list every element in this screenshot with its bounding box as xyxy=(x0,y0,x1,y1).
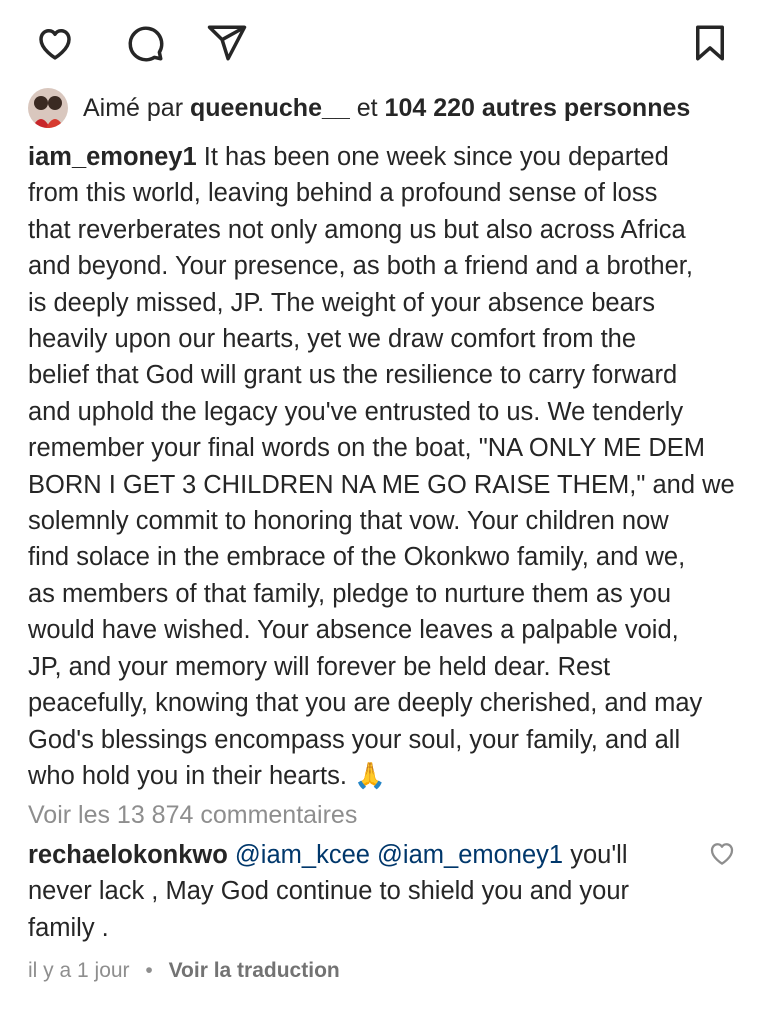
comment-meta: il y a 1 jour • Voir la traduction xyxy=(28,955,340,987)
liker-username[interactable]: queenuche__ xyxy=(190,94,350,122)
heart-icon[interactable] xyxy=(30,18,80,68)
likes-prefix: Aimé par xyxy=(83,94,184,122)
caption-text: It has been one week since you departed … xyxy=(28,143,735,790)
post-caption: iam_emoney1 It has been one week since y… xyxy=(28,139,738,794)
likes-count[interactable]: 104 220 autres personnes xyxy=(385,94,691,122)
comment: rechaelokonkwo @iam_kcee @iam_emoney1 yo… xyxy=(28,837,688,946)
comment-mention[interactable]: @iam_emoney1 xyxy=(377,841,563,869)
bookmark-icon[interactable] xyxy=(685,18,735,68)
comment-timestamp: il y a 1 jour xyxy=(28,959,130,982)
likes-middle: et xyxy=(356,94,378,122)
liker-avatar[interactable] xyxy=(28,88,68,128)
comment-heart-icon[interactable] xyxy=(707,838,737,868)
view-comments-link[interactable]: Voir les 13 874 commentaires xyxy=(28,797,357,833)
comment-mention[interactable]: @iam_kcee xyxy=(235,841,370,869)
share-icon[interactable] xyxy=(202,18,252,68)
comment-username[interactable]: rechaelokonkwo xyxy=(28,841,228,869)
meta-separator: • xyxy=(145,959,153,982)
translate-button[interactable]: Voir la traduction xyxy=(169,959,340,982)
comment-text: you'll xyxy=(570,841,628,869)
post-action-bar xyxy=(30,18,735,68)
post-username[interactable]: iam_emoney1 xyxy=(28,143,197,171)
likes-summary[interactable]: Aimé par queenuche__ et 104 220 autres p… xyxy=(28,88,745,128)
comment-icon[interactable] xyxy=(120,18,170,68)
comment-text: never lack , May God continue to shield … xyxy=(28,877,630,942)
